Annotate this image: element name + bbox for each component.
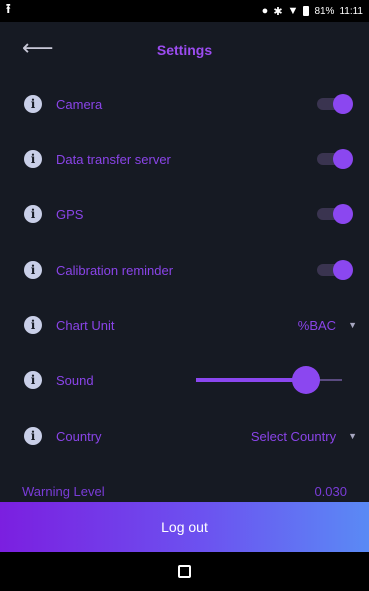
info-icon[interactable]: i (24, 150, 42, 168)
setting-row-sound: i Sound (0, 360, 369, 400)
calibration-label: Calibration reminder (56, 262, 174, 278)
setting-row-warning-level[interactable]: Warning Level 0.030 (0, 478, 369, 502)
toggle-knob (333, 260, 353, 280)
calibration-toggle[interactable] (315, 260, 353, 280)
setting-row-gps: i GPS (0, 194, 369, 234)
warning-level-value: 0.030 (314, 484, 347, 499)
status-time: 11:11 (339, 5, 363, 17)
info-icon[interactable]: i (24, 316, 42, 334)
chart-unit-value: %BAC (297, 317, 337, 333)
chart-unit-dropdown[interactable]: %BAC ▼ (298, 318, 357, 333)
info-icon[interactable]: i (24, 371, 42, 389)
country-value: Select Country (250, 428, 337, 444)
dropdown-caret-icon: ▼ (348, 431, 357, 441)
status-icons: ● ✱ ▼ 81% 11:11 (262, 5, 363, 18)
gps-label: GPS (56, 206, 84, 222)
page-title: Settings (156, 42, 213, 58)
country-dropdown[interactable]: Select Country ▼ (251, 429, 357, 444)
bluetooth-icon: ✱ (273, 5, 283, 18)
sound-slider[interactable] (196, 366, 342, 394)
logout-button[interactable]: Log out (0, 502, 369, 552)
navigation-bar (0, 552, 369, 591)
slider-thumb[interactable] (291, 366, 320, 394)
info-icon[interactable]: i (24, 205, 42, 223)
upload-icon: ⭱ (6, 1, 11, 16)
app-bar: ⟵ Settings (0, 22, 369, 80)
setting-row-camera: i Camera (0, 84, 369, 124)
recent-apps-icon[interactable] (178, 565, 191, 578)
info-icon[interactable]: i (24, 261, 42, 279)
setting-row-country: i Country Select Country ▼ (0, 416, 369, 456)
toggle-knob (333, 149, 353, 169)
camera-label: Camera (56, 96, 103, 112)
chart-unit-label: Chart Unit (56, 317, 115, 333)
data-transfer-toggle[interactable] (315, 149, 353, 169)
country-label: Country (56, 428, 102, 444)
info-icon[interactable]: i (24, 427, 42, 445)
sound-label: Sound (56, 372, 94, 388)
battery-icon (303, 6, 310, 16)
info-icon[interactable]: i (24, 95, 42, 113)
wifi-icon: ▼ (287, 5, 299, 17)
setting-row-chart-unit: i Chart Unit %BAC ▼ (0, 305, 369, 345)
camera-toggle[interactable] (315, 94, 353, 114)
setting-row-calibration: i Calibration reminder (0, 250, 369, 290)
data-transfer-label: Data transfer server (56, 151, 171, 167)
dropdown-caret-icon: ▼ (348, 320, 357, 330)
warning-level-label: Warning Level (22, 484, 105, 499)
setting-row-data-transfer: i Data transfer server (0, 139, 369, 179)
location-icon: ● (261, 5, 269, 17)
toggle-knob (333, 94, 353, 114)
toggle-knob (333, 204, 353, 224)
gps-toggle[interactable] (315, 204, 353, 224)
slider-fill (196, 378, 306, 382)
status-bar: ⭱ ● ✱ ▼ 81% 11:11 (0, 0, 369, 22)
battery-percent: 81% (314, 5, 335, 17)
